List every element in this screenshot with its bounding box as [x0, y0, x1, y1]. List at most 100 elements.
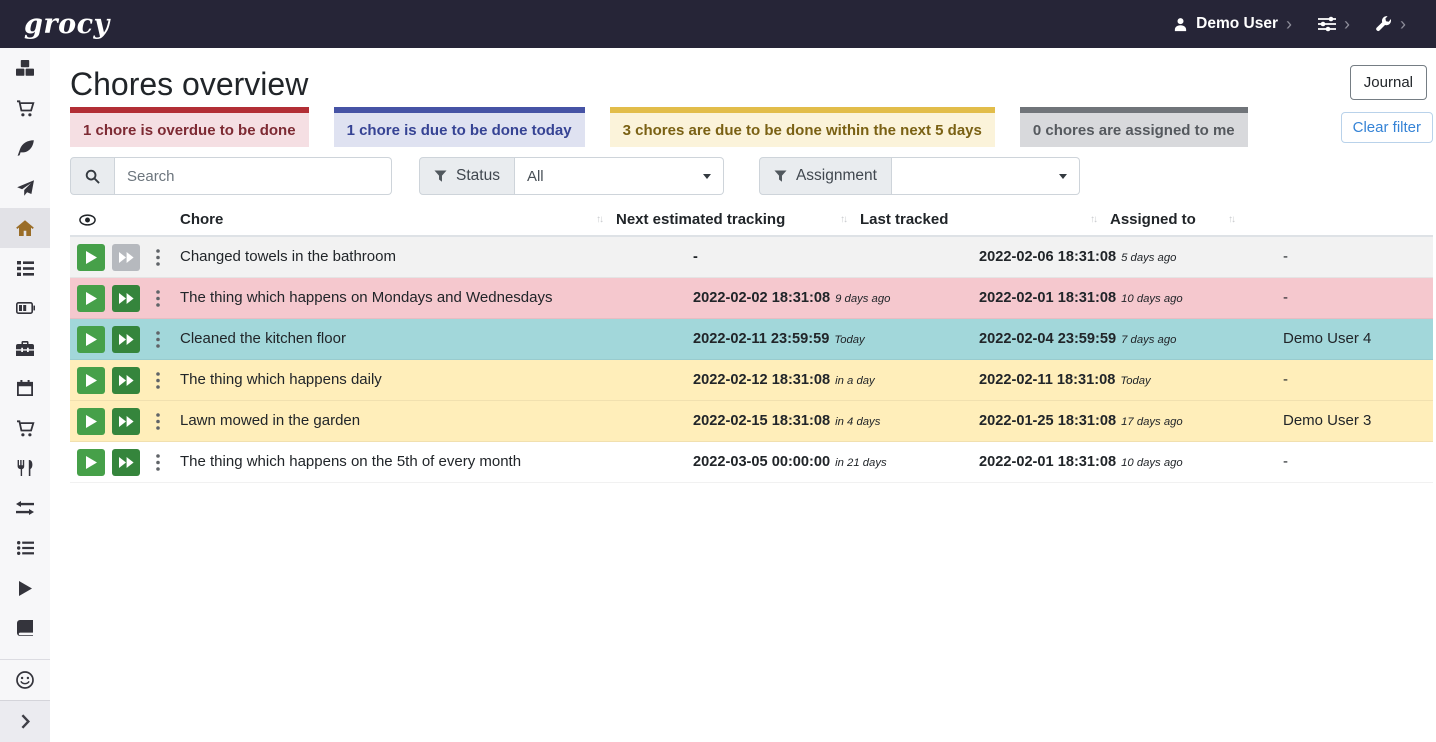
sidebar-item-meal-plan[interactable] — [0, 168, 50, 208]
app-logo[interactable]: grocy — [24, 11, 110, 38]
column-header-chore[interactable]: Chore ↑↓ — [172, 204, 608, 235]
row-menu-button[interactable] — [152, 329, 164, 350]
sidebar-item-shopping-list[interactable] — [0, 88, 50, 128]
track-execution-button[interactable] — [77, 285, 105, 312]
feather-icon — [17, 140, 34, 157]
row-actions — [70, 360, 172, 401]
sidebar-item-consume[interactable] — [0, 448, 50, 488]
banner-due-soon[interactable]: 3 chores are due to be done within the n… — [610, 107, 995, 147]
next-tracking-cell: 2022-02-02 18:31:089 days ago — [608, 278, 852, 319]
sidebar-item-inventory[interactable] — [0, 528, 50, 568]
settings-menu[interactable]: › — [1318, 15, 1350, 33]
tasks-icon — [17, 261, 34, 276]
row-actions — [70, 278, 172, 319]
battery-icon — [16, 302, 35, 314]
row-menu-button[interactable] — [152, 370, 164, 391]
assigned-to-cell: - — [1102, 442, 1433, 483]
banner-assigned[interactable]: 0 chores are assigned to me — [1020, 107, 1248, 147]
track-execution-button[interactable] — [77, 244, 105, 271]
last-tracked-cell: 2022-02-01 18:31:0810 days ago — [852, 278, 1102, 319]
status-filter: Status All — [419, 157, 724, 195]
skip-schedule-button — [112, 244, 140, 271]
top-navbar: grocy Demo User › › › — [0, 0, 1436, 48]
skip-schedule-button[interactable] — [112, 367, 140, 394]
table-body: Changed towels in the bathroom-2022-02-0… — [70, 237, 1433, 483]
last-tracked-cell: 2022-02-06 18:31:085 days ago — [852, 237, 1102, 278]
row-actions — [70, 401, 172, 442]
wrench-icon — [1376, 16, 1392, 32]
track-execution-button[interactable] — [77, 367, 105, 394]
sort-icon: ↑↓ — [1086, 214, 1096, 225]
sidebar-item-recipes[interactable] — [0, 128, 50, 168]
sidebar-item-batteries-overview[interactable] — [0, 288, 50, 328]
sidebar-item-journal-book[interactable] — [0, 608, 50, 648]
assignment-filter-select[interactable] — [892, 157, 1080, 195]
next-tracking-cell: 2022-02-12 18:31:08in a day — [608, 360, 852, 401]
search-input[interactable] — [115, 157, 392, 195]
sidebar-item-calendar[interactable] — [0, 368, 50, 408]
sidebar-item-expand-sidebar[interactable] — [0, 700, 50, 742]
exchange-icon — [16, 501, 34, 515]
assigned-to-cell: - — [1102, 360, 1433, 401]
last-tracked-cell: 2022-02-04 23:59:597 days ago — [852, 319, 1102, 360]
sidebar-item-chores-overview[interactable] — [0, 208, 50, 248]
skip-schedule-button[interactable] — [112, 285, 140, 312]
next-tracking-cell: 2022-02-15 18:31:08in 4 days — [608, 401, 852, 442]
skip-schedule-button[interactable] — [112, 449, 140, 476]
timestamp: 2022-03-05 00:00:00 — [693, 454, 830, 470]
banner-due-today[interactable]: 1 chore is due to be done today — [334, 107, 585, 147]
column-header-empty — [1240, 204, 1433, 235]
last-tracked-cell: 2022-02-01 18:31:0810 days ago — [852, 442, 1102, 483]
row-menu-button[interactable] — [152, 411, 164, 432]
column-header-last-tracked[interactable]: Last tracked ↑↓ — [852, 204, 1102, 235]
row-menu-button[interactable] — [152, 247, 164, 268]
sidebar-item-equipment[interactable] — [0, 328, 50, 368]
play-icon — [19, 581, 32, 596]
sidebar-item-feedback[interactable] — [0, 659, 50, 700]
timestamp: 2022-02-01 18:31:08 — [979, 454, 1116, 470]
book-icon — [17, 620, 33, 636]
track-execution-button[interactable] — [77, 408, 105, 435]
chore-name: Changed towels in the bathroom — [172, 237, 608, 278]
track-execution-button[interactable] — [77, 449, 105, 476]
sort-icon: ↑↓ — [592, 214, 602, 225]
column-header-next-tracking[interactable]: Next estimated tracking ↑↓ — [608, 204, 852, 235]
sort-icon: ↑↓ — [1224, 214, 1234, 225]
clear-filter-button[interactable]: Clear filter — [1341, 112, 1433, 143]
banner-label: 1 chore is overdue to be done — [83, 122, 296, 139]
row-menu-button[interactable] — [152, 452, 164, 473]
sidebar-item-tasks[interactable] — [0, 248, 50, 288]
column-label: Last tracked — [860, 211, 948, 228]
user-menu[interactable]: Demo User › — [1173, 15, 1292, 33]
row-actions — [70, 319, 172, 360]
status-filter-value: All — [527, 168, 544, 185]
admin-menu[interactable]: › — [1376, 15, 1406, 33]
sidebar-item-chore-tracking[interactable] — [0, 568, 50, 608]
skip-schedule-button[interactable] — [112, 326, 140, 353]
next-tracking-cell: - — [608, 237, 852, 278]
banner-overdue[interactable]: 1 chore is overdue to be done — [70, 107, 309, 147]
timestamp: 2022-02-04 23:59:59 — [979, 331, 1116, 347]
chore-row: The thing which happens on the 5th of ev… — [70, 442, 1433, 483]
chevron-right-icon: › — [1286, 15, 1292, 33]
table-header-row: Chore ↑↓ Next estimated tracking ↑↓ Last… — [70, 204, 1433, 237]
main-content: Chores overview Journal 1 chore is overd… — [50, 48, 1436, 742]
assigned-to-cell: - — [1102, 278, 1433, 319]
banner-label: 1 chore is due to be done today — [347, 122, 572, 139]
journal-button[interactable]: Journal — [1350, 65, 1427, 100]
timestamp: 2022-02-12 18:31:08 — [693, 372, 830, 388]
sidebar-item-stock-overview[interactable] — [0, 48, 50, 88]
row-menu-button[interactable] — [152, 288, 164, 309]
timestamp: 2022-02-01 18:31:08 — [979, 290, 1116, 306]
column-header-assigned-to[interactable]: Assigned to ↑↓ — [1102, 204, 1240, 235]
sidebar-item-transfer[interactable] — [0, 488, 50, 528]
paper-plane-icon — [17, 180, 34, 196]
timestamp: 2022-01-25 18:31:08 — [979, 413, 1116, 429]
navbar-menus: Demo User › › › — [1173, 15, 1406, 33]
status-filter-select[interactable]: All — [515, 157, 724, 195]
sidebar-item-purchase[interactable] — [0, 408, 50, 448]
status-filter-labelbox: Status — [419, 157, 515, 195]
toolbox-icon — [16, 341, 34, 356]
track-execution-button[interactable] — [77, 326, 105, 353]
skip-schedule-button[interactable] — [112, 408, 140, 435]
